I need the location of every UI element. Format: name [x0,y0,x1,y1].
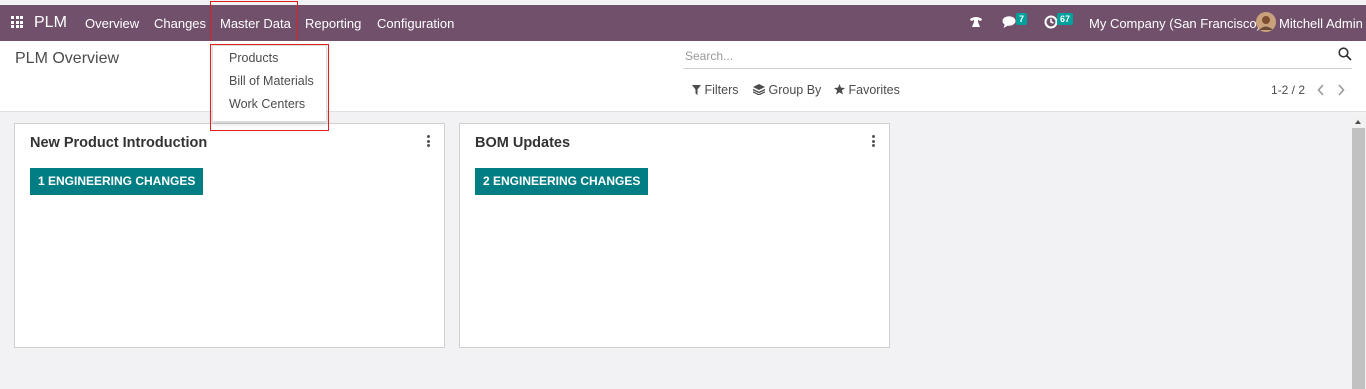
search-input[interactable]: Search... [685,49,733,63]
menu-changes[interactable]: Changes [154,16,206,31]
search-icon[interactable] [1338,47,1352,66]
scroll-up-icon[interactable] [1355,120,1361,124]
kebab-menu-icon[interactable] [427,135,430,149]
filters-button[interactable]: Filters [692,83,739,98]
menu-overview[interactable]: Overview [85,16,139,31]
pager-value[interactable]: 1-2 / 2 [1271,83,1305,97]
pager: 1-2 / 2 [1271,83,1305,97]
control-panel: PLM Overview Search... Filters Group By … [0,41,1366,112]
card-title: BOM Updates [475,135,571,151]
pager-next-button[interactable] [1337,83,1345,101]
card-title: New Product Introduction [30,135,208,151]
top-navbar: PLM Overview Changes Master Data Reporti… [0,5,1366,41]
favorites-label: Favorites [848,83,900,97]
menu-reporting[interactable]: Reporting [305,16,361,31]
messages-count-badge: 7 [1016,13,1028,25]
group-by-label: Group By [768,83,822,97]
kebab-menu-icon[interactable] [872,135,875,149]
filters-label: Filters [704,83,739,97]
engineering-changes-button[interactable]: 1 ENGINEERING CHANGES [30,168,204,195]
dropdown-highlight [210,44,329,131]
activities-count-badge: 67 [1057,13,1074,25]
favorites-button[interactable]: Favorites [834,83,900,98]
app-menu-grid-icon[interactable] [11,16,23,28]
app-brand[interactable]: PLM [34,14,67,32]
dashboard-card: New Product Introduction 1 ENGINEERING C… [14,123,445,348]
layers-icon [752,84,766,98]
filter-icon [692,84,701,98]
avatar[interactable] [1256,12,1276,32]
dashboard-card: BOM Updates 2 ENGINEERING CHANGES [459,123,890,348]
menu-configuration[interactable]: Configuration [377,16,454,31]
scrollbar-thumb[interactable] [1352,128,1365,389]
search-bar[interactable]: Search... [683,46,1352,69]
star-icon [834,84,845,98]
phone-icon[interactable] [968,14,986,32]
master-data-highlight [210,1,298,43]
engineering-changes-button[interactable]: 2 ENGINEERING CHANGES [475,168,649,195]
pager-previous-button[interactable] [1317,83,1325,101]
breadcrumb: PLM Overview [15,50,120,67]
group-by-button[interactable]: Group By [752,83,822,98]
scrollbar[interactable] [1351,116,1366,389]
